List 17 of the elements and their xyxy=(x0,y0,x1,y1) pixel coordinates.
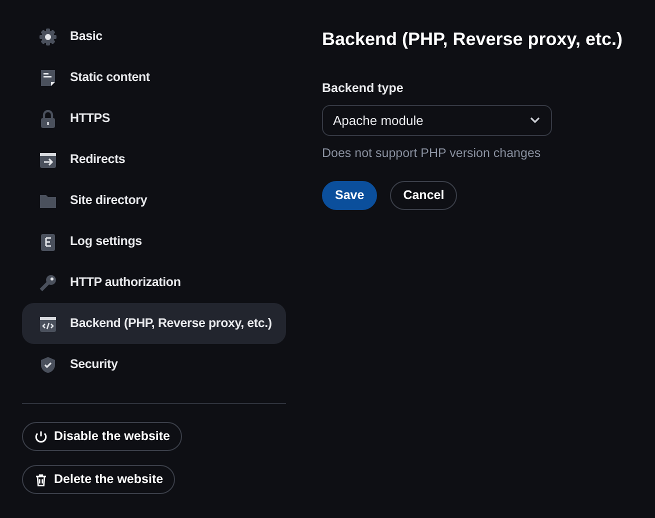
sidebar-item[interactable]: Security xyxy=(22,344,286,385)
page-title: Backend (PHP, Reverse proxy, etc.) xyxy=(322,28,622,51)
form-button[interactable]: Save xyxy=(322,180,378,210)
sidebar-item[interactable]: HTTP authorization xyxy=(22,262,286,303)
backend-type-select[interactable]: Apache module xyxy=(322,104,552,136)
sidebar-item[interactable]: Site directory xyxy=(22,180,286,221)
field-hint: Does not support PHP version changes xyxy=(322,144,542,162)
sidebar-item[interactable]: Log settings xyxy=(22,221,286,262)
form-button[interactable]: Cancel xyxy=(390,180,458,210)
sidebar-item[interactable]: Backend (PHP, Reverse proxy, etc.) xyxy=(22,303,286,344)
action-button[interactable]: Disable the website xyxy=(22,422,182,451)
action-button[interactable]: Delete the website xyxy=(22,465,176,494)
sidebar-item[interactable]: Basic xyxy=(22,16,286,57)
sidebar-item[interactable]: HTTPS xyxy=(22,98,286,139)
sidebar-item[interactable]: Redirects xyxy=(22,139,286,180)
field-label: Backend type xyxy=(322,80,404,97)
sidebar-item[interactable]: Static content xyxy=(22,57,286,98)
